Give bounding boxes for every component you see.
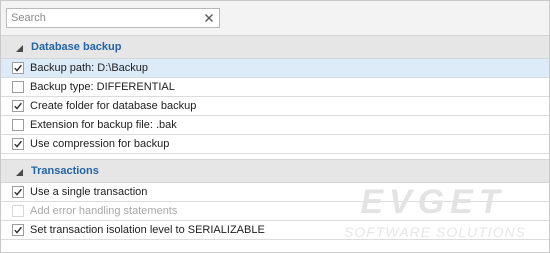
checkmark-icon xyxy=(14,226,22,234)
options-panel: Database backup Backup path: D:\Backup B… xyxy=(0,0,550,253)
search-bar xyxy=(1,1,549,35)
checkbox-single-transaction[interactable] xyxy=(12,186,24,198)
group-header-transactions[interactable]: Transactions xyxy=(1,159,549,183)
option-row-extension[interactable]: Extension for backup file: .bak xyxy=(1,116,549,135)
option-row-backup-path[interactable]: Backup path: D:\Backup xyxy=(1,59,549,78)
checkbox-error-handling xyxy=(12,205,24,217)
option-label: Extension for backup file: .bak xyxy=(30,119,177,131)
option-label: Add error handling statements xyxy=(30,205,178,217)
option-label: Use a single transaction xyxy=(30,186,148,198)
group-title: Transactions xyxy=(31,165,99,177)
search-input[interactable] xyxy=(7,9,206,27)
collapse-triangle-icon[interactable] xyxy=(15,44,24,53)
options-grid: Database backup Backup path: D:\Backup B… xyxy=(1,35,549,240)
checkbox-create-folder[interactable] xyxy=(12,100,24,112)
option-row-create-folder[interactable]: Create folder for database backup xyxy=(1,97,549,116)
search-box xyxy=(6,8,220,28)
checkmark-icon xyxy=(14,140,22,148)
checkbox-isolation-level[interactable] xyxy=(12,224,24,236)
option-row-compression[interactable]: Use compression for backup xyxy=(1,135,549,154)
checkmark-icon xyxy=(14,102,22,110)
option-row-single-transaction[interactable]: Use a single transaction xyxy=(1,183,549,202)
option-label: Set transaction isolation level to SERIA… xyxy=(30,224,265,236)
option-label: Use compression for backup xyxy=(30,138,170,150)
checkbox-backup-type[interactable] xyxy=(12,81,24,93)
option-row-error-handling: Add error handling statements xyxy=(1,202,549,221)
option-label: Backup type: DIFFERENTIAL xyxy=(30,81,175,93)
checkbox-backup-path[interactable] xyxy=(12,62,24,74)
close-icon[interactable] xyxy=(202,11,216,25)
collapse-triangle-icon[interactable] xyxy=(15,168,24,177)
option-label: Create folder for database backup xyxy=(30,100,197,112)
checkmark-icon xyxy=(14,188,22,196)
checkmark-icon xyxy=(14,64,22,72)
option-row-isolation-level[interactable]: Set transaction isolation level to SERIA… xyxy=(1,221,549,240)
group-title: Database backup xyxy=(31,41,122,53)
group-header-database-backup[interactable]: Database backup xyxy=(1,35,549,59)
option-row-backup-type[interactable]: Backup type: DIFFERENTIAL xyxy=(1,78,549,97)
checkbox-extension[interactable] xyxy=(12,119,24,131)
option-label: Backup path: D:\Backup xyxy=(30,62,149,74)
checkbox-compression[interactable] xyxy=(12,138,24,150)
